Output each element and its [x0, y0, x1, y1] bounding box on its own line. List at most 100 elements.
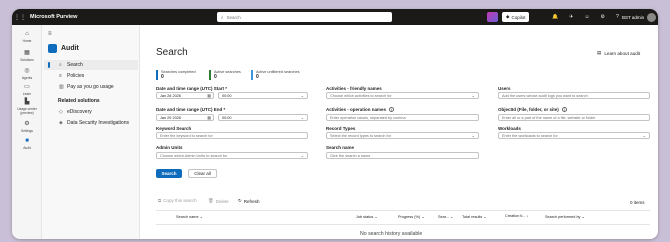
help-icon[interactable]: ?	[616, 14, 619, 20]
home-icon: ⌂	[25, 31, 29, 37]
top-bar: ⋮⋮ Microsoft Purview ⌕ Search ◆ Copilot …	[12, 9, 658, 25]
info-icon[interactable]: i	[561, 107, 567, 112]
refresh-label: Refresh	[243, 198, 260, 204]
counter-label: Searches completed	[161, 70, 196, 74]
refresh-icon: ↻	[238, 198, 242, 203]
related-solutions-heading: Related solutions	[58, 98, 100, 104]
learn-about-audit-link[interactable]: ▤ Learn about audit	[597, 50, 640, 56]
users-input[interactable]: Add the users whose audit logs you want …	[498, 92, 650, 99]
rail-label: Home	[22, 39, 32, 43]
share-icon[interactable]: ✈	[569, 14, 573, 20]
workloads-placeholder: Enter the workloads to search for	[502, 133, 558, 138]
counter-label: Active searches	[214, 70, 241, 74]
column-header-search-type[interactable]: Sear... ⌄	[438, 214, 453, 219]
rail-item-settings[interactable]: ⚙ Settings	[12, 121, 42, 133]
counter-value: 0	[256, 74, 259, 80]
column-header-total-results[interactable]: Total results ⌄	[462, 214, 487, 219]
user-menu[interactable]: BST admin	[622, 9, 657, 25]
app-window: ⋮⋮ Microsoft Purview ⌕ Search ◆ Copilot …	[12, 9, 658, 239]
keyword-search-input[interactable]: Enter the keyword to search for	[156, 132, 308, 139]
copy-search-button[interactable]: ⧉ Copy this search	[158, 198, 197, 203]
record-types-placeholder: Select the record types to search for	[330, 133, 391, 138]
activities-ops-label: Activities - operation names i	[326, 107, 395, 112]
column-header-job-status[interactable]: Job status ⌄	[356, 214, 378, 219]
end-date-picker[interactable]: Jan 29 2026 ▦	[156, 114, 214, 121]
rail-item-learn[interactable]: ▭ Learn	[12, 84, 42, 96]
nav-item-policies[interactable]: ≡ Policies	[44, 71, 138, 81]
audit-solution-icon	[48, 44, 57, 53]
calendar-icon: ▦	[207, 115, 211, 120]
end-date-value: Jan 29 2026	[160, 115, 181, 120]
copy-search-label: Copy this search	[163, 198, 197, 203]
brand-name[interactable]: Microsoft Purview	[30, 14, 77, 20]
nav-item-pay-as-you-go[interactable]: ▥ Pay as you go usage	[44, 82, 138, 92]
usage-center-icon: ▙	[24, 99, 30, 105]
column-header-creation-time[interactable]: Creation ti... ↓	[505, 214, 528, 218]
search-name-label: Search name	[326, 145, 355, 150]
activities-friendly-select[interactable]: Choose which activities to search for ⌄	[326, 92, 479, 99]
end-time-select[interactable]: 00:00 ⌄	[218, 114, 308, 121]
column-header-label: Progress (%)	[398, 215, 421, 219]
record-types-select[interactable]: Select the record types to search for ⌄	[326, 132, 479, 139]
search-name-input[interactable]: Give the search a name	[326, 152, 479, 159]
global-search-input[interactable]: ⌕ Search	[217, 12, 392, 22]
nav-item-ediscovery[interactable]: ◇ eDiscovery	[44, 107, 138, 117]
column-header-progress[interactable]: Progress (%) ⌄	[398, 214, 424, 219]
object-id-input[interactable]: Enter all or a part of the name of a fil…	[498, 114, 650, 121]
avatar	[647, 12, 657, 22]
column-header-performed-by[interactable]: Search performed by ⌄	[545, 214, 585, 219]
column-header-label: Sear...	[438, 215, 449, 219]
rail-item-audit[interactable]: ■ Audit	[12, 138, 42, 150]
clear-all-button[interactable]: Clear all	[188, 169, 217, 178]
search-button[interactable]: Search	[156, 169, 182, 178]
collapse-nav-icon[interactable]: ≡	[48, 31, 52, 37]
end-date-label: Date and time range (UTC) End *	[156, 107, 226, 112]
activities-ops-input[interactable]: Enter operation values, separated by com…	[326, 114, 479, 121]
chevron-down-icon: ⌄	[300, 115, 304, 120]
copy-icon: ⧉	[158, 198, 162, 203]
rail-item-usage-center[interactable]: ▙ Usage center (preview)	[12, 99, 42, 115]
refresh-button[interactable]: ↻ Refresh	[238, 198, 260, 204]
learn-icon: ▭	[24, 84, 30, 90]
object-id-placeholder: Enter all or a part of the name of a fil…	[502, 115, 596, 120]
info-icon[interactable]: i	[389, 107, 395, 112]
notifications-icon[interactable]: 🔔	[552, 14, 558, 20]
nav-item-label: Pay as you go usage	[67, 84, 114, 90]
rail-item-home[interactable]: ⌂ Home	[12, 31, 42, 43]
settings-icon: ⚙	[24, 121, 30, 127]
divider	[156, 210, 650, 211]
copilot-app-icon[interactable]	[487, 12, 498, 22]
rail-label: Learn	[22, 92, 32, 96]
start-date-picker[interactable]: Jan 28 2026 ▦	[156, 92, 214, 99]
chevron-down-icon: ⌄	[642, 133, 646, 138]
nav-item-search[interactable]: ⌕ Search	[44, 60, 138, 70]
app-launcher-icon[interactable]: ⋮⋮	[12, 14, 28, 21]
activities-friendly-placeholder: Choose which activities to search for	[330, 93, 392, 98]
column-header-label: Total results	[462, 215, 483, 219]
audit-icon: ■	[25, 138, 29, 144]
nav-item-data-security-investigations[interactable]: ◈ Data Security Investigations	[44, 118, 138, 128]
search-name-placeholder: Give the search a name	[330, 153, 371, 158]
global-search-placeholder: Search	[226, 14, 241, 20]
delete-button[interactable]: 🗑 Delete	[208, 198, 229, 204]
column-header-search-name[interactable]: Search name ⌄	[176, 214, 203, 219]
rail-item-solutions[interactable]: ▦ Solutions	[12, 50, 42, 62]
copilot-label: Copilot	[511, 14, 526, 20]
admin-units-select[interactable]: Choose which Admin Units to search for ⌄	[156, 152, 308, 159]
delete-icon: 🗑	[208, 198, 214, 203]
solution-header: Audit	[48, 44, 79, 53]
rail-item-agents[interactable]: ◎ Agents	[12, 68, 42, 80]
activities-friendly-label: Activities - friendly names	[326, 86, 382, 91]
column-header-label: Creation ti... ↓	[505, 214, 529, 218]
column-header-label: Job status	[356, 215, 374, 219]
start-time-select[interactable]: 00:00 ⌄	[218, 92, 308, 99]
end-time-value: 00:00	[222, 115, 232, 120]
workloads-select[interactable]: Enter the workloads to search for ⌄	[498, 132, 650, 139]
search-icon: ⌕	[59, 62, 62, 68]
feedback-icon[interactable]: ☺	[584, 14, 589, 20]
chevron-down-icon: ⌄	[300, 93, 304, 98]
counter-searches-completed: Searches completed 0	[156, 70, 196, 80]
settings-icon[interactable]: ⚙	[601, 14, 605, 20]
user-name: BST admin	[622, 14, 645, 20]
copilot-button[interactable]: ◆ Copilot	[502, 12, 530, 22]
